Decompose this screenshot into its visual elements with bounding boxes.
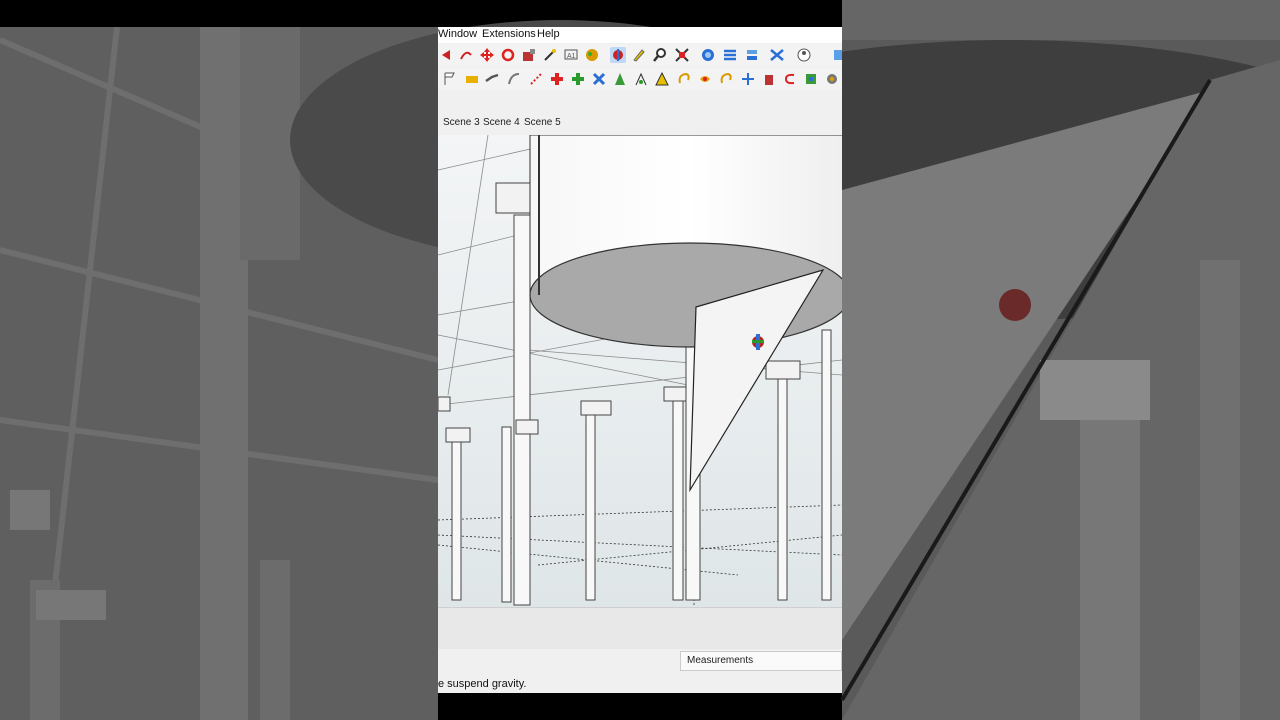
layers-icon[interactable] [722,47,738,63]
dimension-icon[interactable] [612,71,628,87]
zoom-extents-icon[interactable] [674,47,690,63]
zoom-icon[interactable] [652,47,668,63]
menu-extensions[interactable]: Extensions [482,28,536,40]
redo-icon[interactable] [718,71,734,87]
orbit-icon[interactable] [440,47,456,63]
extension-warehouse-icon[interactable] [832,47,842,63]
warehouse-icon[interactable] [796,47,812,63]
follow-me-icon[interactable] [591,71,607,87]
status-text: e suspend gravity. [438,678,527,690]
sketchup-window: Window Extensions Help A1 Scene 3 Scene … [438,27,842,693]
rotate-icon[interactable] [500,47,516,63]
look-around-icon[interactable] [631,47,647,63]
model-canvas [438,134,842,608]
styles-icon[interactable] [744,47,760,63]
viewport-footer [438,607,842,650]
protractor-icon[interactable] [633,71,649,87]
toolbar-bottom [438,68,842,90]
tab-scene-5[interactable]: Scene 5 [522,117,563,128]
component-icon[interactable] [740,71,756,87]
paint-icon[interactable] [761,71,777,87]
toolbar-top: A1 [438,44,842,66]
menu-window[interactable]: Window [438,28,477,40]
move-icon[interactable] [479,47,495,63]
paint-bucket-icon[interactable] [521,47,537,63]
section-plane-icon[interactable] [700,47,716,63]
status-bar: Measurements e suspend gravity. [438,649,842,693]
menu-help[interactable]: Help [537,28,560,40]
axes-icon[interactable] [654,71,670,87]
menu-bar: Window Extensions Help [438,27,842,43]
eraser-icon[interactable] [464,71,480,87]
pan-icon[interactable] [458,47,474,63]
scene-tabs: Scene 3 Scene 4 Scene 5 [438,113,842,133]
account-icon[interactable] [769,47,785,63]
push-pull-icon[interactable] [528,71,544,87]
model-viewport[interactable] [438,134,842,608]
tape-measure-icon[interactable] [542,47,558,63]
gear-icon[interactable] [824,71,840,87]
arc-icon[interactable] [506,71,522,87]
measurements-label: Measurements [687,655,754,666]
measurements-box[interactable]: Measurements [680,651,842,671]
line-icon[interactable] [484,71,500,87]
undo-icon[interactable] [697,71,713,87]
walk-icon[interactable] [610,47,626,63]
select-icon[interactable] [442,71,458,87]
scale-icon[interactable] [570,71,586,87]
sandbox-icon[interactable] [584,47,600,63]
extension-icon[interactable] [803,71,819,87]
back-icon[interactable] [782,71,798,87]
tab-scene-4[interactable]: Scene 4 [481,117,522,128]
text-icon[interactable]: A1 [563,47,579,63]
3d-text-icon[interactable] [676,71,692,87]
offset-icon[interactable] [549,71,565,87]
tab-scene-3[interactable]: Scene 3 [441,117,482,128]
svg-text:A1: A1 [567,53,576,60]
